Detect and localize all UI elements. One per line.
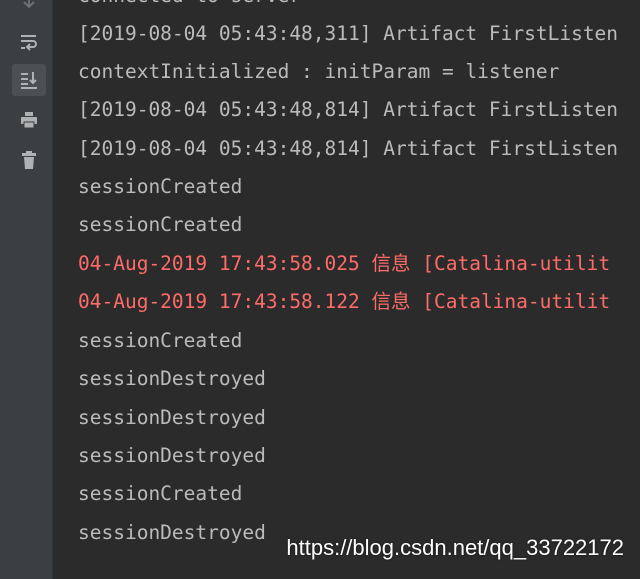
- console-output[interactable]: Connected to server [2019-08-04 05:43:48…: [53, 0, 640, 579]
- soft-wrap-icon: [21, 35, 37, 51]
- console-line: Connected to server: [78, 0, 301, 8]
- print-icon: [21, 112, 37, 129]
- console-line: sessionDestroyed: [78, 367, 266, 390]
- print-button[interactable]: [12, 104, 46, 136]
- watermark-text: https://blog.csdn.net/qq_33722172: [286, 535, 624, 560]
- console-line: [2019-08-04 05:43:48,814] Artifact First…: [78, 98, 619, 121]
- scroll-to-end-button[interactable]: [12, 64, 46, 96]
- scroll-down-button[interactable]: [12, 0, 46, 18]
- console-line: sessionCreated: [78, 213, 243, 236]
- trash-icon: [22, 151, 36, 169]
- console-toolbar: [0, 0, 53, 579]
- console-line-error: 04-Aug-2019 17:43:58.122 信息 [Catalina-ut…: [78, 290, 611, 313]
- clear-all-button[interactable]: [12, 144, 46, 176]
- console-line: [2019-08-04 05:43:48,814] Artifact First…: [78, 137, 619, 160]
- console-line: sessionCreated: [78, 329, 243, 352]
- console-line: sessionCreated: [78, 175, 243, 198]
- run-console-window: Connected to server [2019-08-04 05:43:48…: [0, 0, 640, 579]
- console-line: sessionDestroyed: [78, 444, 266, 467]
- console-line: contextInitialized : initParam = listene…: [78, 60, 560, 83]
- console-line: sessionDestroyed: [78, 521, 266, 544]
- scroll-to-end-icon: [21, 72, 37, 89]
- scroll-down-icon: [23, 0, 35, 9]
- console-line-error: 04-Aug-2019 17:43:58.025 信息 [Catalina-ut…: [78, 252, 611, 275]
- console-line: sessionCreated: [78, 482, 243, 505]
- console-line: [2019-08-04 05:43:48,311] Artifact First…: [78, 22, 619, 45]
- console-line: sessionDestroyed: [78, 406, 266, 429]
- soft-wrap-button[interactable]: [12, 26, 46, 58]
